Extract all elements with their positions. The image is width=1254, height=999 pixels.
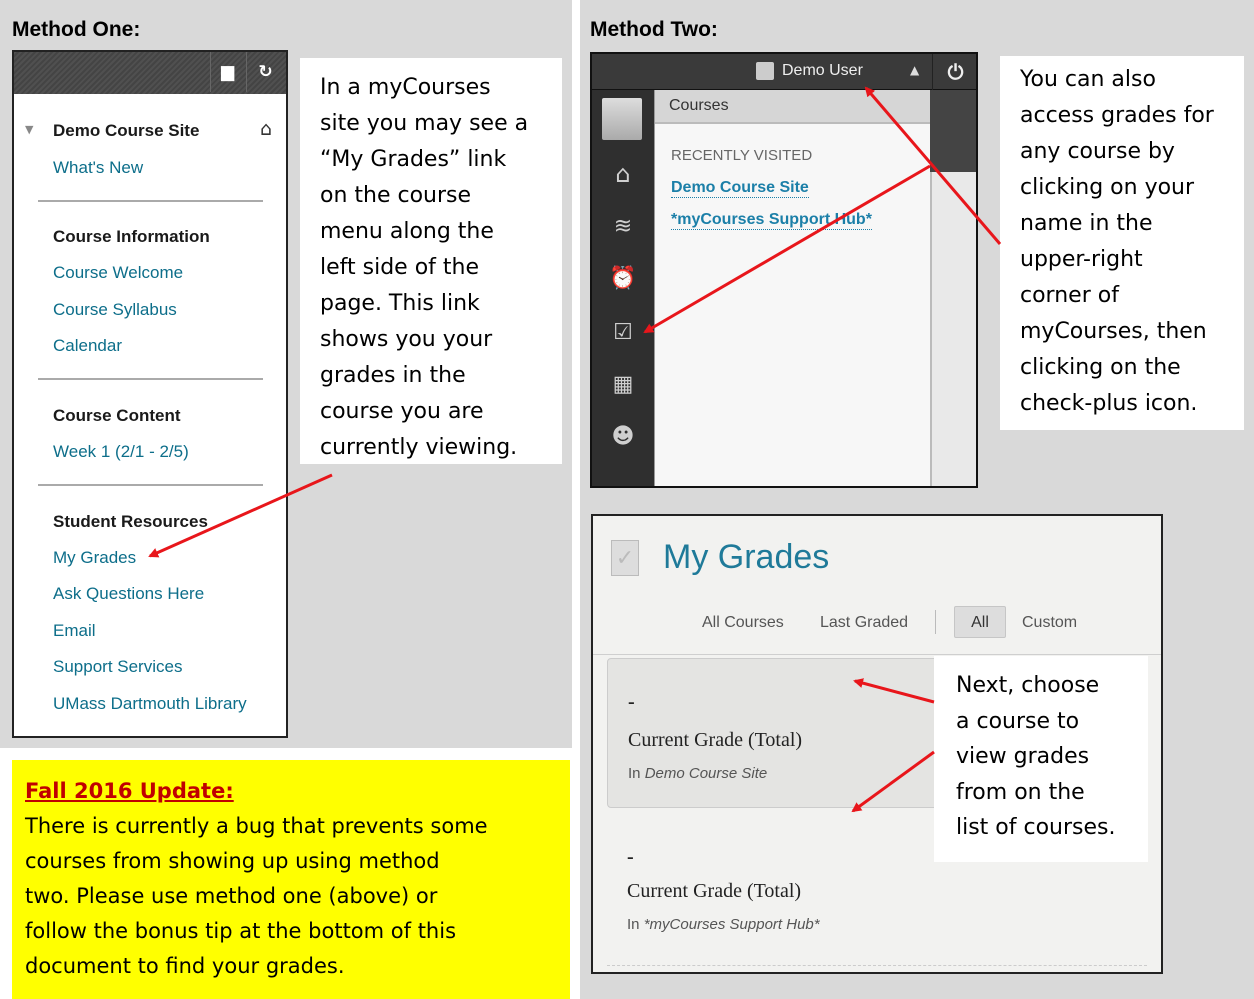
arrow-to-check-plus-icon bbox=[643, 164, 931, 334]
arrow-to-second-grade bbox=[851, 750, 935, 813]
arrow-to-my-grades-link bbox=[148, 473, 333, 558]
arrow-to-user-menu bbox=[864, 86, 1002, 245]
arrow-to-first-grade bbox=[853, 678, 935, 704]
annotation-arrows bbox=[148, 86, 1002, 813]
